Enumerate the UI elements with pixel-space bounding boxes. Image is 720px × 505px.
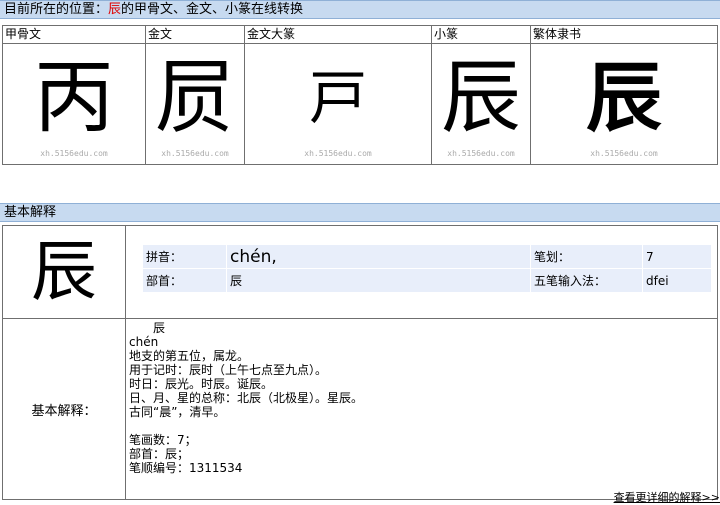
wubi-label: 五笔输入法： bbox=[531, 269, 642, 292]
explanation-table: 辰 拼音： chén, 笔划： 7 部首： 辰 五笔输入法： dfei 基本解释… bbox=[2, 225, 718, 500]
more-details-link[interactable]: 查看更详细的解释>> bbox=[614, 489, 720, 505]
info-table: 拼音： chén, 笔划： 7 部首： 辰 五笔输入法： dfei bbox=[142, 244, 712, 293]
pinyin-label: 拼音： bbox=[143, 245, 226, 268]
radical-label: 部首： bbox=[143, 269, 226, 292]
style-image-bronze-seal: 戸 xh.5156edu.com bbox=[244, 43, 432, 165]
detail-line: 辰 bbox=[129, 321, 166, 335]
radical-value: 辰 bbox=[227, 269, 530, 292]
big-character: 辰 bbox=[2, 225, 126, 319]
oracle-glyph: 丙 bbox=[34, 51, 114, 144]
detail-line: chén bbox=[129, 335, 159, 349]
detail-text: 辰 chén 地支的第五位，属龙。 用于记时：辰时（上午七点至九点）。 时日：辰… bbox=[125, 318, 718, 500]
detail-line: 时日：辰光。时辰。诞辰。 bbox=[129, 377, 274, 391]
style-image-oracle: 丙 xh.5156edu.com bbox=[2, 43, 146, 165]
detail-line: 古同“晨”，清早。 bbox=[129, 405, 226, 419]
style-header-oracle: 甲骨文 bbox=[2, 25, 146, 44]
style-image-clerical: 辰 xh.5156edu.com bbox=[530, 43, 718, 165]
style-header-clerical: 繁体隶书 bbox=[530, 25, 718, 44]
small-seal-glyph: 辰 bbox=[440, 51, 521, 144]
strokes-value: 7 bbox=[643, 245, 711, 268]
wubi-value: dfei bbox=[643, 269, 711, 292]
style-header-bronze: 金文 bbox=[144, 25, 246, 44]
location-prefix: 目前所在的位置： bbox=[4, 2, 109, 17]
style-header-small-seal: 小篆 bbox=[430, 25, 532, 44]
detail-line: 部首：辰； bbox=[129, 447, 190, 461]
detail-line: 笔画数：7； bbox=[129, 433, 197, 447]
detail-line: 日、月、星的总称：北辰（北极星）。星辰。 bbox=[129, 391, 364, 405]
watermark: xh.5156edu.com bbox=[161, 149, 229, 158]
clerical-glyph: 辰 bbox=[586, 53, 662, 142]
strokes-label: 笔划： bbox=[531, 245, 642, 268]
detail-line-blank bbox=[129, 419, 717, 433]
watermark: xh.5156edu.com bbox=[304, 149, 372, 158]
location-char: 辰 bbox=[108, 2, 122, 17]
bronze-seal-glyph: 戸 bbox=[308, 64, 367, 132]
watermark: xh.5156edu.com bbox=[447, 149, 515, 158]
style-header-bronze-seal: 金文大篆 bbox=[244, 25, 432, 44]
basic-bar-title: 基本解释 bbox=[4, 205, 57, 220]
detail-line: 笔顺编号：1311534 bbox=[129, 461, 243, 475]
style-image-bronze: 屃 xh.5156edu.com bbox=[144, 43, 246, 165]
info-cell: 拼音： chén, 笔划： 7 部首： 辰 五笔输入法： dfei bbox=[125, 225, 718, 319]
style-image-small-seal: 辰 xh.5156edu.com bbox=[430, 43, 532, 165]
pinyin-value: chén, bbox=[227, 245, 530, 268]
location-suffix: 的甲骨文、金文、小篆在线转换 bbox=[121, 2, 304, 17]
font-styles-table: 甲骨文 金文 金文大篆 小篆 繁体隶书 丙 xh.5156edu.com 屃 x… bbox=[2, 25, 718, 165]
watermark: xh.5156edu.com bbox=[40, 149, 108, 158]
location-bar: 目前所在的位置：辰的甲骨文、金文、小篆在线转换 bbox=[0, 0, 720, 19]
detail-line: 地支的第五位，属龙。 bbox=[129, 349, 250, 363]
basic-explanation-bar: 基本解释 bbox=[0, 203, 720, 222]
bronze-glyph: 屃 bbox=[155, 51, 235, 144]
detail-line: 用于记时：辰时（上午七点至九点）。 bbox=[129, 363, 328, 377]
detail-label: 基本解释： bbox=[2, 318, 126, 500]
watermark: xh.5156edu.com bbox=[590, 149, 658, 158]
